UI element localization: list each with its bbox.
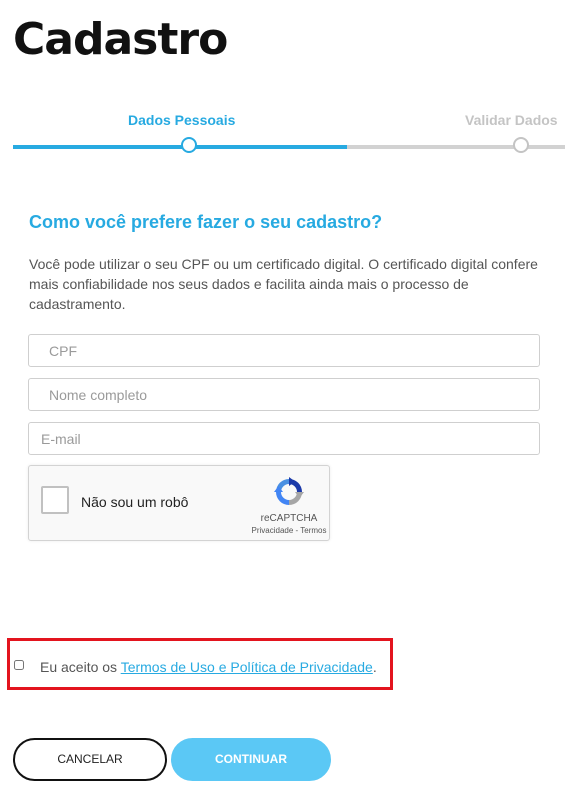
- step-indicator-dados-pessoais: [181, 137, 197, 153]
- page-title: Cadastro: [13, 14, 228, 65]
- stepper-track-completed: [13, 145, 347, 149]
- section-heading: Como você prefere fazer o seu cadastro?: [29, 212, 383, 232]
- cpf-input[interactable]: [28, 334, 540, 367]
- full-name-input[interactable]: [28, 378, 540, 411]
- terms-suffix: .: [372, 659, 377, 675]
- terms-prefix: Eu aceito os: [40, 659, 121, 675]
- recaptcha-checkbox[interactable]: [41, 486, 69, 514]
- step-label-validar-dados: Validar Dados: [465, 112, 558, 128]
- recaptcha-privacy-terms-links[interactable]: Privacidade - Termos: [229, 526, 349, 535]
- stepper-track-pending: [347, 145, 565, 149]
- terms-checkbox[interactable]: [14, 660, 24, 670]
- recaptcha-label: Não sou um robô: [81, 494, 189, 510]
- terms-link[interactable]: Termos de Uso e Política de Privacidade: [121, 659, 373, 675]
- recaptcha-brand: reCAPTCHA: [260, 513, 318, 524]
- recaptcha-icon: [274, 477, 304, 505]
- step-label-dados-pessoais: Dados Pessoais: [128, 112, 236, 128]
- recaptcha-widget: Não sou um robô reCAPTCHA Privacidade - …: [28, 465, 330, 541]
- cancel-button[interactable]: CANCELAR: [13, 738, 167, 781]
- step-indicator-validar-dados: [513, 137, 529, 153]
- continue-button[interactable]: CONTINUAR: [171, 738, 331, 781]
- email-input[interactable]: [28, 422, 540, 455]
- intro-text: Você pode utilizar o seu CPF ou um certi…: [29, 256, 538, 312]
- terms-text: Eu aceito os Termos de Uso e Política de…: [40, 659, 377, 675]
